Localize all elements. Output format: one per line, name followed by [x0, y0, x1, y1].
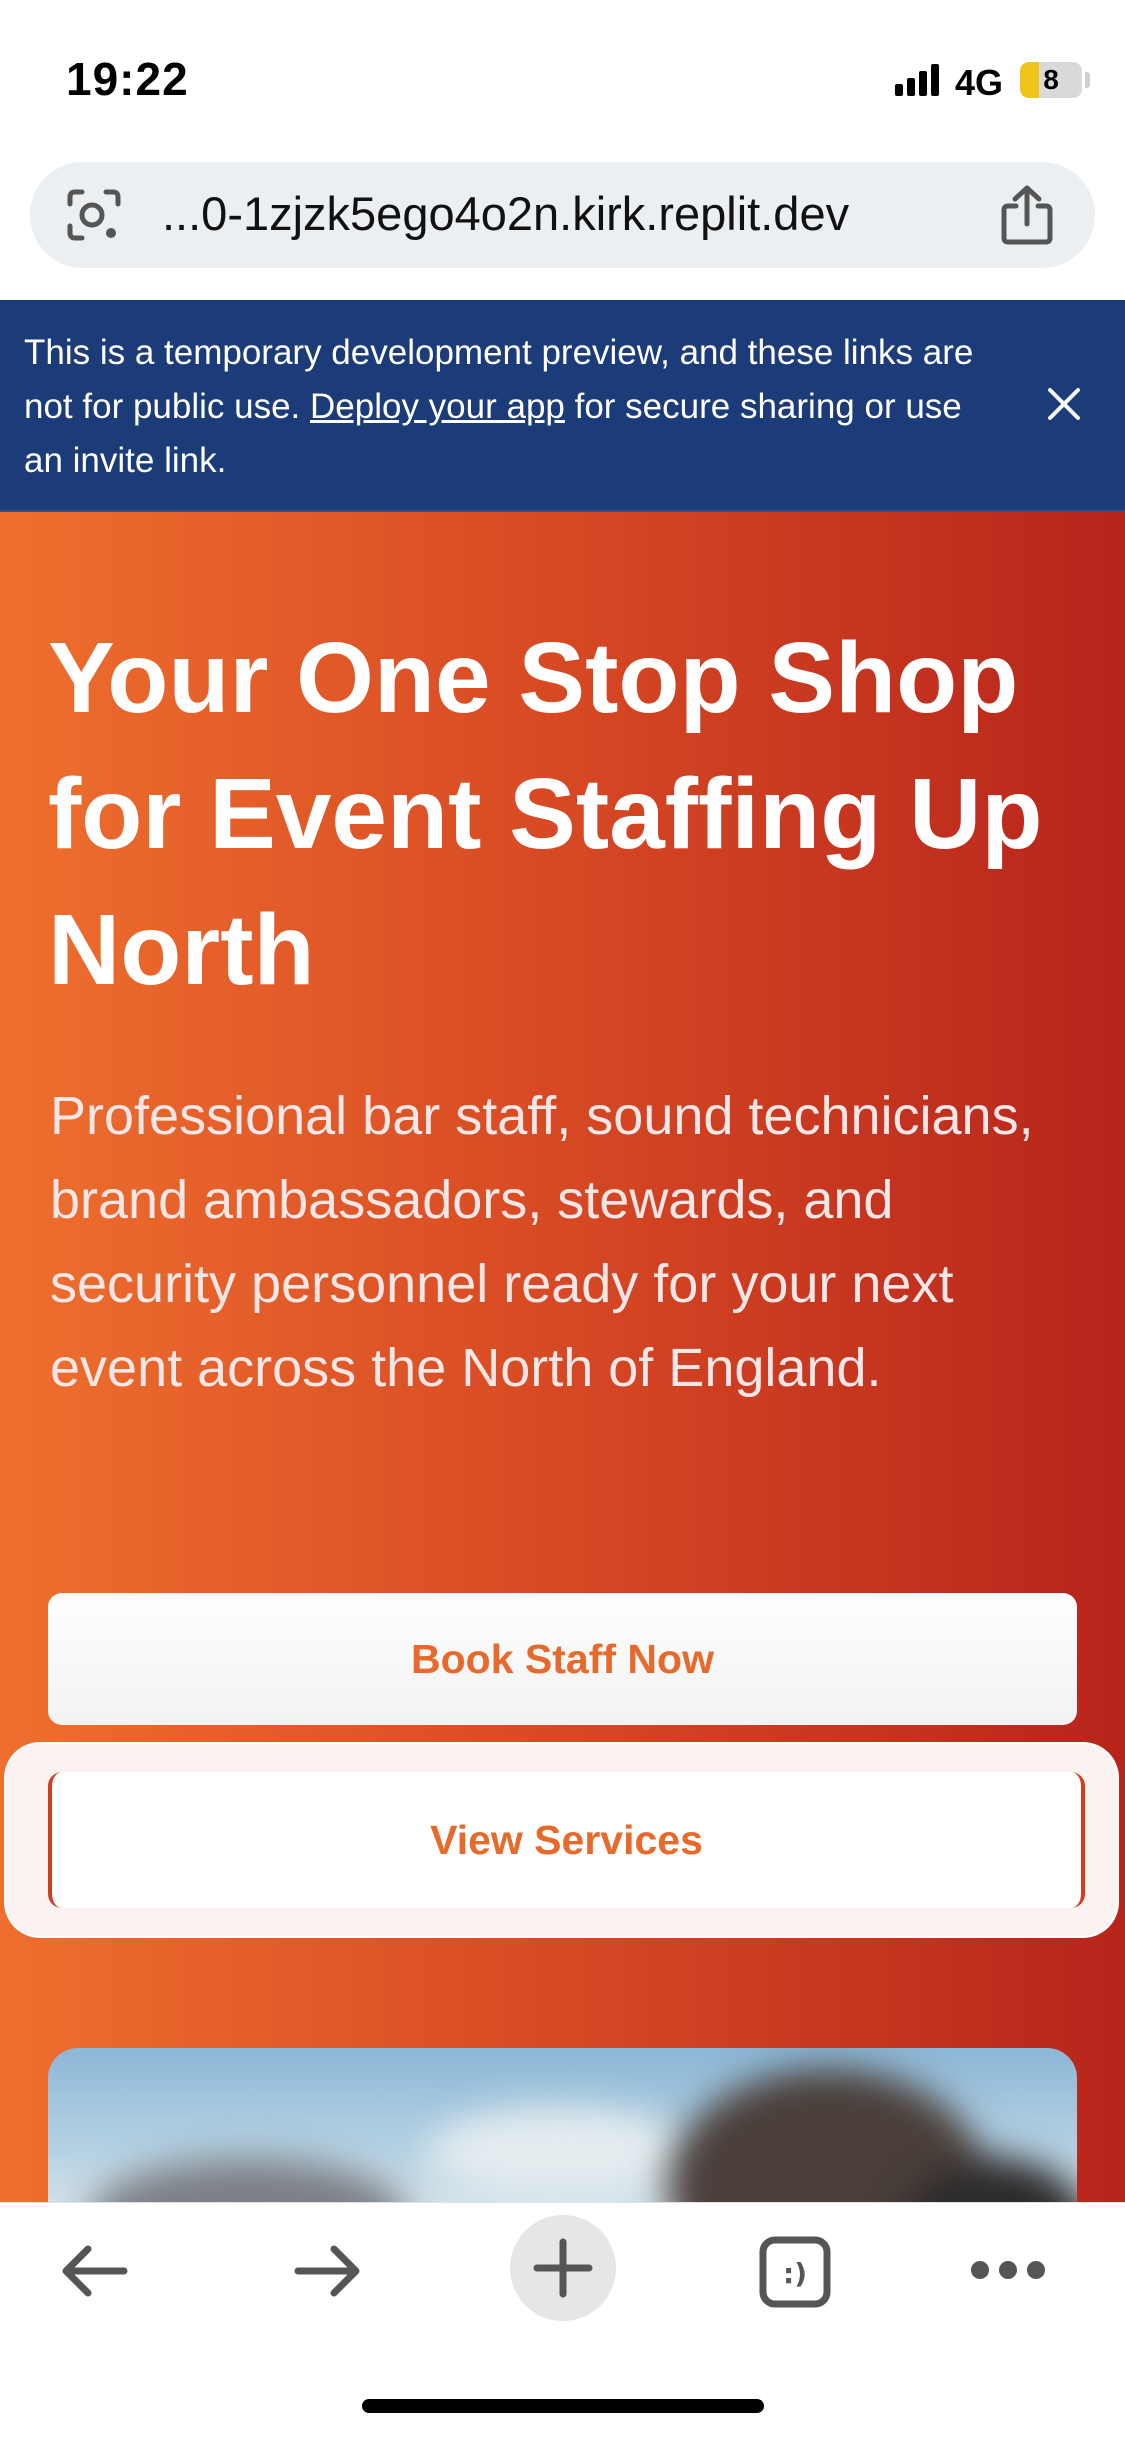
tabs-glyph: :) [783, 2257, 807, 2290]
forward-arrow-icon[interactable] [292, 2241, 364, 2301]
lens-icon[interactable] [66, 188, 122, 242]
hero-image [48, 2048, 1077, 2202]
view-services-button[interactable]: View Services [48, 1772, 1085, 1908]
network-type: 4G [955, 62, 1004, 103]
battery-icon: 8 [1020, 62, 1082, 98]
back-arrow-icon[interactable] [58, 2241, 130, 2301]
browser-toolbar: :) [0, 2202, 1125, 2437]
status-time: 19:22 [66, 53, 189, 105]
new-tab-plus-icon[interactable] [533, 2238, 593, 2298]
hero-section: Your One Stop Shop for Event Staffing Up… [0, 512, 1125, 2202]
tabs-icon[interactable]: :) [758, 2235, 832, 2309]
image-blur-1 [88, 2158, 408, 2202]
deploy-link[interactable]: Deploy your app [310, 387, 565, 426]
more-icon[interactable] [970, 2259, 1046, 2281]
dev-preview-banner: This is a temporary development preview,… [0, 300, 1125, 513]
banner-text: This is a temporary development preview,… [24, 326, 1004, 488]
battery-percent: 8 [1043, 64, 1059, 95]
battery-cap [1085, 72, 1090, 88]
address-bar[interactable]: ...0-1zjzk5ego4o2n.kirk.replit.dev [30, 162, 1095, 268]
status-bar: 19:22 4G 8 [0, 0, 1125, 160]
image-blur-2 [428, 2108, 688, 2198]
close-icon[interactable] [1046, 386, 1082, 422]
hero-subtitle: Professional bar staff, sound technician… [50, 1086, 1034, 1398]
share-icon[interactable] [998, 184, 1056, 246]
hero-title: Your One Stop Shop for Event Staffing Up… [48, 622, 1043, 1006]
cellular-signal-icon [895, 62, 943, 96]
book-staff-button[interactable]: Book Staff Now [48, 1593, 1077, 1725]
url-text[interactable]: ...0-1zjzk5ego4o2n.kirk.replit.dev [162, 186, 849, 241]
home-indicator [362, 2399, 764, 2413]
